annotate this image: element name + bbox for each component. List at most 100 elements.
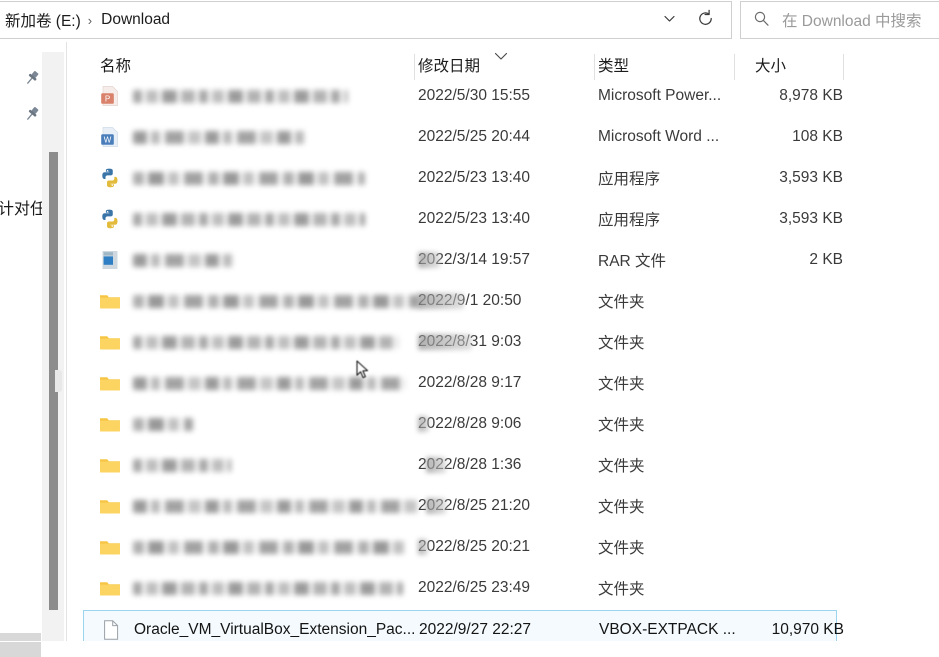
file-list[interactable]: P 2022/5/30 15:55 Microsoft Power... 8,978… <box>67 85 939 642</box>
column-divider[interactable] <box>414 54 415 80</box>
file-size-cell <box>738 487 843 525</box>
column-divider[interactable] <box>734 54 735 80</box>
column-header-name[interactable]: 名称 <box>100 46 418 84</box>
column-header-row: 名称 修改日期 类型 大小 <box>83 46 939 84</box>
file-name-label: Oracle_VM_VirtualBox_Extension_Pac... <box>134 621 416 638</box>
table-row[interactable]: 2022/5/23 13:40 应用程序 3,593 KB <box>83 200 843 240</box>
file-name-cell[interactable]: Oracle_VM_VirtualBox_Extension_Pac... <box>100 611 415 642</box>
file-size-cell: 108 KB <box>792 128 843 145</box>
breadcrumb-item-drive[interactable]: 新加卷 (E:) <box>3 7 83 33</box>
column-divider[interactable] <box>594 54 595 80</box>
folder-icon <box>99 577 121 599</box>
table-row[interactable]: W 2022/5/25 20:44 Microsoft Word ... 108 K… <box>83 118 843 158</box>
file-name-redacted <box>133 458 231 472</box>
file-name-cell[interactable]: W <box>99 118 308 156</box>
file-date-label: 2022/9/27 22:27 <box>419 621 532 638</box>
sort-indicator-chevron-down-icon <box>494 48 508 60</box>
table-row[interactable]: 2022/8/28 9:17 文件夹 <box>83 364 837 404</box>
file-name-cell[interactable] <box>99 323 398 361</box>
file-name-redacted <box>133 294 420 308</box>
python-app-icon <box>99 208 121 230</box>
folder-icon <box>99 454 121 476</box>
file-date-cell: 2022/8/25 21:20 <box>418 487 939 525</box>
table-row[interactable]: 2022/8/25 20:21 文件夹 <box>83 528 837 568</box>
table-row[interactable]: 2022/5/23 13:40 应用程序 3,593 KB <box>83 159 843 199</box>
file-size-cell: 2 KB <box>809 251 843 268</box>
column-header-size[interactable]: 大小 <box>755 46 845 84</box>
svg-text:W: W <box>104 135 112 144</box>
file-name-redacted <box>133 253 236 267</box>
file-type-cell: VBOX-EXTPACK ... <box>599 621 736 638</box>
pin-icon[interactable] <box>22 104 42 124</box>
pin-icon[interactable] <box>22 68 42 88</box>
table-row[interactable]: Oracle_VM_VirtualBox_Extension_Pac... 202… <box>83 610 844 642</box>
file-type-cell: 文件夹 <box>598 294 645 311</box>
file-type-cell: 应用程序 <box>598 171 661 188</box>
file-date-cell: 2022/8/31 9:03 <box>418 323 939 361</box>
search-box[interactable]: 在 Download 中搜索 <box>740 1 939 39</box>
refresh-button[interactable] <box>687 2 723 38</box>
file-name-cell[interactable] <box>99 241 236 279</box>
file-date-cell: 2022/6/25 23:49 <box>418 569 939 607</box>
file-name-cell[interactable] <box>99 200 365 238</box>
file-type-cell: 应用程序 <box>598 212 661 229</box>
svg-text:P: P <box>105 94 110 103</box>
folder-icon <box>99 331 121 353</box>
breadcrumb[interactable]: 新加卷 (E:) › Download <box>0 7 651 33</box>
file-name-cell[interactable] <box>99 159 365 197</box>
file-type-cell: Microsoft Power... <box>598 87 722 104</box>
file-name-cell[interactable] <box>99 405 193 443</box>
search-icon <box>753 10 770 31</box>
file-date-cell: 2022/5/23 13:40 <box>418 200 939 238</box>
column-header-date-label: 修改日期 <box>418 58 481 75</box>
navigation-pane[interactable]: 计对任 <box>0 42 46 657</box>
file-name-redacted <box>133 376 405 390</box>
file-size-cell <box>738 282 843 320</box>
chevron-down-icon <box>662 11 677 30</box>
nav-bottom-block <box>0 633 41 657</box>
file-date-cell: 2022/3/14 19:57 <box>418 241 939 279</box>
file-name-cell[interactable] <box>99 364 405 402</box>
navigation-scrollbar-grip[interactable] <box>55 370 62 392</box>
nav-item-clipped-label[interactable]: 计对任 <box>0 195 46 219</box>
column-header-type[interactable]: 类型 <box>598 46 738 84</box>
file-type-cell: Microsoft Word ... <box>598 128 720 145</box>
table-row[interactable]: 2022/9/1 20:50 文件夹 <box>83 282 837 322</box>
folder-icon <box>99 372 121 394</box>
python-app-icon <box>99 167 121 189</box>
table-row[interactable]: 2022/6/25 23:49 文件夹 <box>83 569 837 609</box>
table-row[interactable]: 2022/8/31 9:03 文件夹 <box>83 323 837 363</box>
file-size-cell <box>738 405 843 443</box>
column-header-date[interactable]: 修改日期 <box>418 46 598 84</box>
table-row[interactable]: P 2022/5/30 15:55 Microsoft Power... 8,978… <box>83 85 843 117</box>
table-row[interactable]: 2022/8/28 9:06 文件夹 <box>83 405 837 445</box>
breadcrumb-item-folder[interactable]: Download <box>99 9 172 31</box>
column-header-name-label: 名称 <box>100 58 132 75</box>
file-type-cell: 文件夹 <box>598 417 645 434</box>
table-row[interactable]: 2022/8/28 1:36 文件夹 <box>83 446 837 486</box>
address-bar[interactable]: 新加卷 (E:) › Download <box>0 1 732 39</box>
file-name-cell[interactable] <box>99 569 403 607</box>
file-date-cell: 2022/8/28 1:36 <box>418 446 939 484</box>
file-name-cell[interactable] <box>99 282 420 320</box>
file-name-cell[interactable] <box>99 446 231 484</box>
file-date-label: 2022/5/30 15:55 <box>418 87 531 104</box>
column-divider[interactable] <box>843 54 844 80</box>
folder-icon <box>99 495 121 517</box>
address-dropdown-button[interactable] <box>651 2 687 38</box>
rar-archive-icon <box>99 249 121 271</box>
table-row[interactable]: 2022/8/25 21:20 文件夹 <box>83 487 837 527</box>
powerpoint-file-icon: P <box>99 85 121 107</box>
column-header-type-label: 类型 <box>598 58 630 75</box>
file-date-label: 2022/8/25 21:20 <box>418 497 531 514</box>
file-type-cell: 文件夹 <box>598 499 645 516</box>
file-name-cell[interactable] <box>99 528 405 566</box>
file-date-cell: 2022/8/25 20:21 <box>418 528 939 566</box>
search-input[interactable]: 在 Download 中搜索 <box>770 9 922 31</box>
file-name-cell[interactable]: P <box>99 85 348 115</box>
file-name-cell[interactable] <box>99 487 420 525</box>
table-row[interactable]: 2022/3/14 19:57 RAR 文件 2 KB <box>83 241 843 281</box>
file-date-label: 2022/5/23 13:40 <box>418 169 531 186</box>
file-date-cell: 2022/5/23 13:40 <box>418 159 939 197</box>
top-bar: 新加卷 (E:) › Download 在 Download 中搜索 <box>0 0 939 42</box>
